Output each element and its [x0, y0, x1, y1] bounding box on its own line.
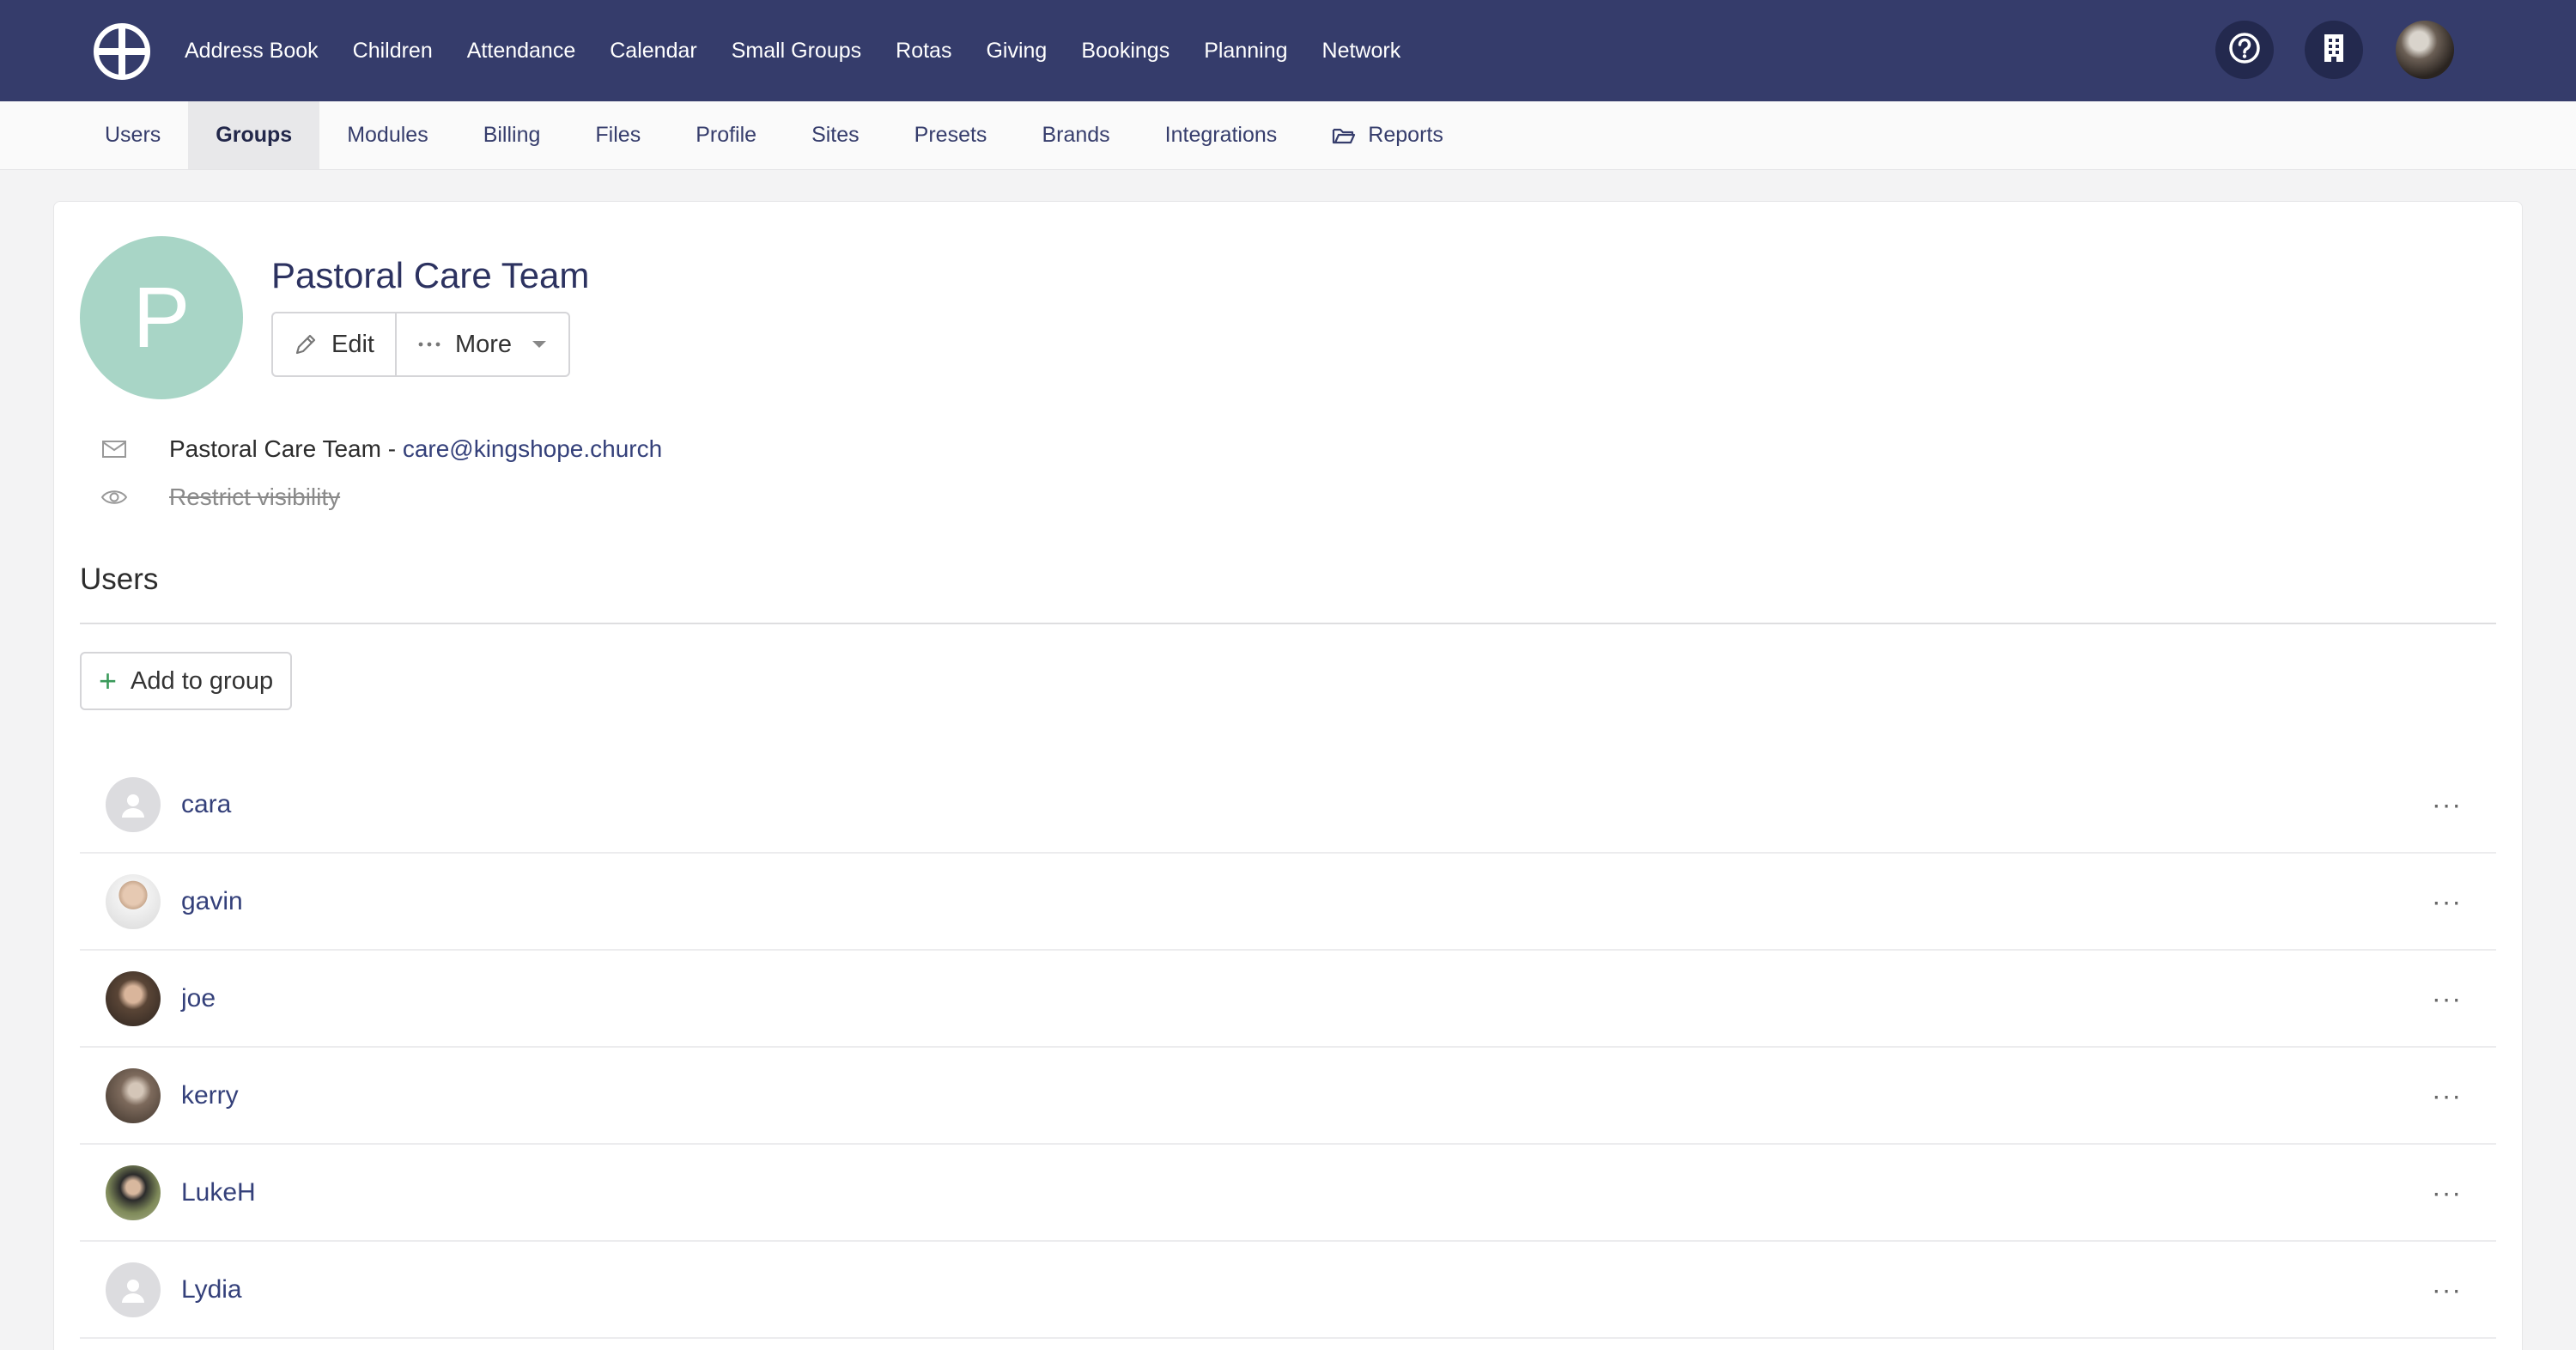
building-icon — [2321, 33, 2347, 68]
tab-reports-label: Reports — [1368, 123, 1443, 147]
users-section-title: Users — [80, 562, 159, 596]
main-nav: Address Book Children Attendance Calenda… — [185, 0, 1435, 101]
user-avatar[interactable] — [2396, 21, 2454, 79]
list-item[interactable]: joe ··· — [80, 951, 2496, 1048]
nav-children[interactable]: Children — [353, 0, 433, 101]
top-navbar: Address Book Children Attendance Calenda… — [0, 0, 2576, 101]
row-menu-icon[interactable]: ··· — [2432, 1079, 2462, 1111]
envelope-icon — [94, 440, 135, 459]
help-button[interactable] — [2215, 21, 2274, 79]
sub-nav: Users Groups Modules Billing Files Profi… — [0, 101, 2576, 170]
visibility-row: Restrict visibility — [94, 483, 340, 511]
section-divider — [80, 623, 2496, 624]
row-menu-icon[interactable]: ··· — [2432, 1177, 2462, 1208]
user-photo — [106, 1165, 161, 1220]
tab-billing[interactable]: Billing — [456, 101, 568, 169]
list-item[interactable]: cara ··· — [80, 757, 2496, 854]
nav-attendance[interactable]: Attendance — [467, 0, 576, 101]
user-name[interactable]: cara — [181, 790, 231, 819]
add-to-group-button[interactable]: + Add to group — [80, 652, 293, 710]
restrict-visibility-text: Restrict visibility — [169, 483, 341, 510]
list-item[interactable]: LukeH ··· — [80, 1145, 2496, 1242]
nav-calendar[interactable]: Calendar — [610, 0, 696, 101]
plus-icon: + — [99, 663, 118, 698]
tab-files[interactable]: Files — [568, 101, 668, 169]
row-menu-icon[interactable]: ··· — [2432, 788, 2462, 820]
tab-reports[interactable]: Reports — [1304, 101, 1471, 169]
user-name[interactable]: joe — [181, 984, 216, 1013]
more-label: More — [454, 330, 513, 358]
user-name[interactable]: LukeH — [181, 1178, 256, 1207]
user-photo — [106, 970, 161, 1026]
group-card: P Pastoral Care Team Edit More Pastoral … — [53, 201, 2523, 1350]
tab-groups[interactable]: Groups — [188, 101, 320, 169]
eye-icon — [94, 488, 135, 507]
user-photo — [106, 873, 161, 929]
edit-button[interactable]: Edit — [273, 313, 395, 375]
row-menu-icon[interactable]: ··· — [2432, 1274, 2462, 1305]
list-item[interactable]: gavin ··· — [80, 854, 2496, 951]
list-item[interactable]: Lydia ··· — [80, 1242, 2496, 1339]
nav-bookings[interactable]: Bookings — [1081, 0, 1170, 101]
help-circle-icon — [2227, 31, 2262, 70]
nav-rotas[interactable]: Rotas — [896, 0, 951, 101]
tab-modules[interactable]: Modules — [319, 101, 456, 169]
user-list: cara ··· gavin ··· joe ··· kerry ··· Luk… — [80, 757, 2496, 1339]
nav-address-book[interactable]: Address Book — [185, 0, 319, 101]
group-email-row: Pastoral Care Team - care@kingshope.chur… — [94, 435, 662, 463]
tab-integrations[interactable]: Integrations — [1138, 101, 1305, 169]
tab-presets[interactable]: Presets — [887, 101, 1015, 169]
nav-network[interactable]: Network — [1322, 0, 1401, 101]
user-name[interactable]: gavin — [181, 887, 243, 916]
organisation-button[interactable] — [2305, 21, 2363, 79]
pencil-icon — [294, 332, 318, 356]
add-to-group-label: Add to group — [131, 666, 274, 695]
default-user-icon — [106, 1262, 161, 1317]
nav-giving[interactable]: Giving — [986, 0, 1047, 101]
nav-small-groups[interactable]: Small Groups — [732, 0, 861, 101]
user-name[interactable]: Lydia — [181, 1275, 242, 1304]
row-menu-icon[interactable]: ··· — [2432, 885, 2462, 917]
tab-brands[interactable]: Brands — [1014, 101, 1137, 169]
row-menu-icon[interactable]: ··· — [2432, 982, 2462, 1014]
group-actions: Edit More — [271, 312, 571, 377]
group-email-link[interactable]: care@kingshope.church — [403, 435, 662, 463]
tab-sites[interactable]: Sites — [784, 101, 887, 169]
list-item[interactable]: kerry ··· — [80, 1048, 2496, 1145]
user-photo — [106, 1067, 161, 1123]
default-user-icon — [106, 776, 161, 832]
page-title: Pastoral Care Team — [271, 255, 590, 295]
group-avatar: P — [80, 236, 243, 399]
globe-cross-logo[interactable] — [93, 22, 151, 81]
ellipsis-icon — [417, 341, 441, 348]
nav-planning[interactable]: Planning — [1204, 0, 1287, 101]
tab-profile[interactable]: Profile — [668, 101, 784, 169]
user-name[interactable]: kerry — [181, 1081, 239, 1110]
email-prefix: Pastoral Care Team - — [169, 435, 403, 462]
more-button[interactable]: More — [394, 313, 568, 375]
edit-label: Edit — [331, 330, 374, 358]
chevron-down-icon — [531, 339, 548, 350]
tab-users[interactable]: Users — [77, 101, 188, 169]
folder-open-icon — [1332, 126, 1356, 145]
